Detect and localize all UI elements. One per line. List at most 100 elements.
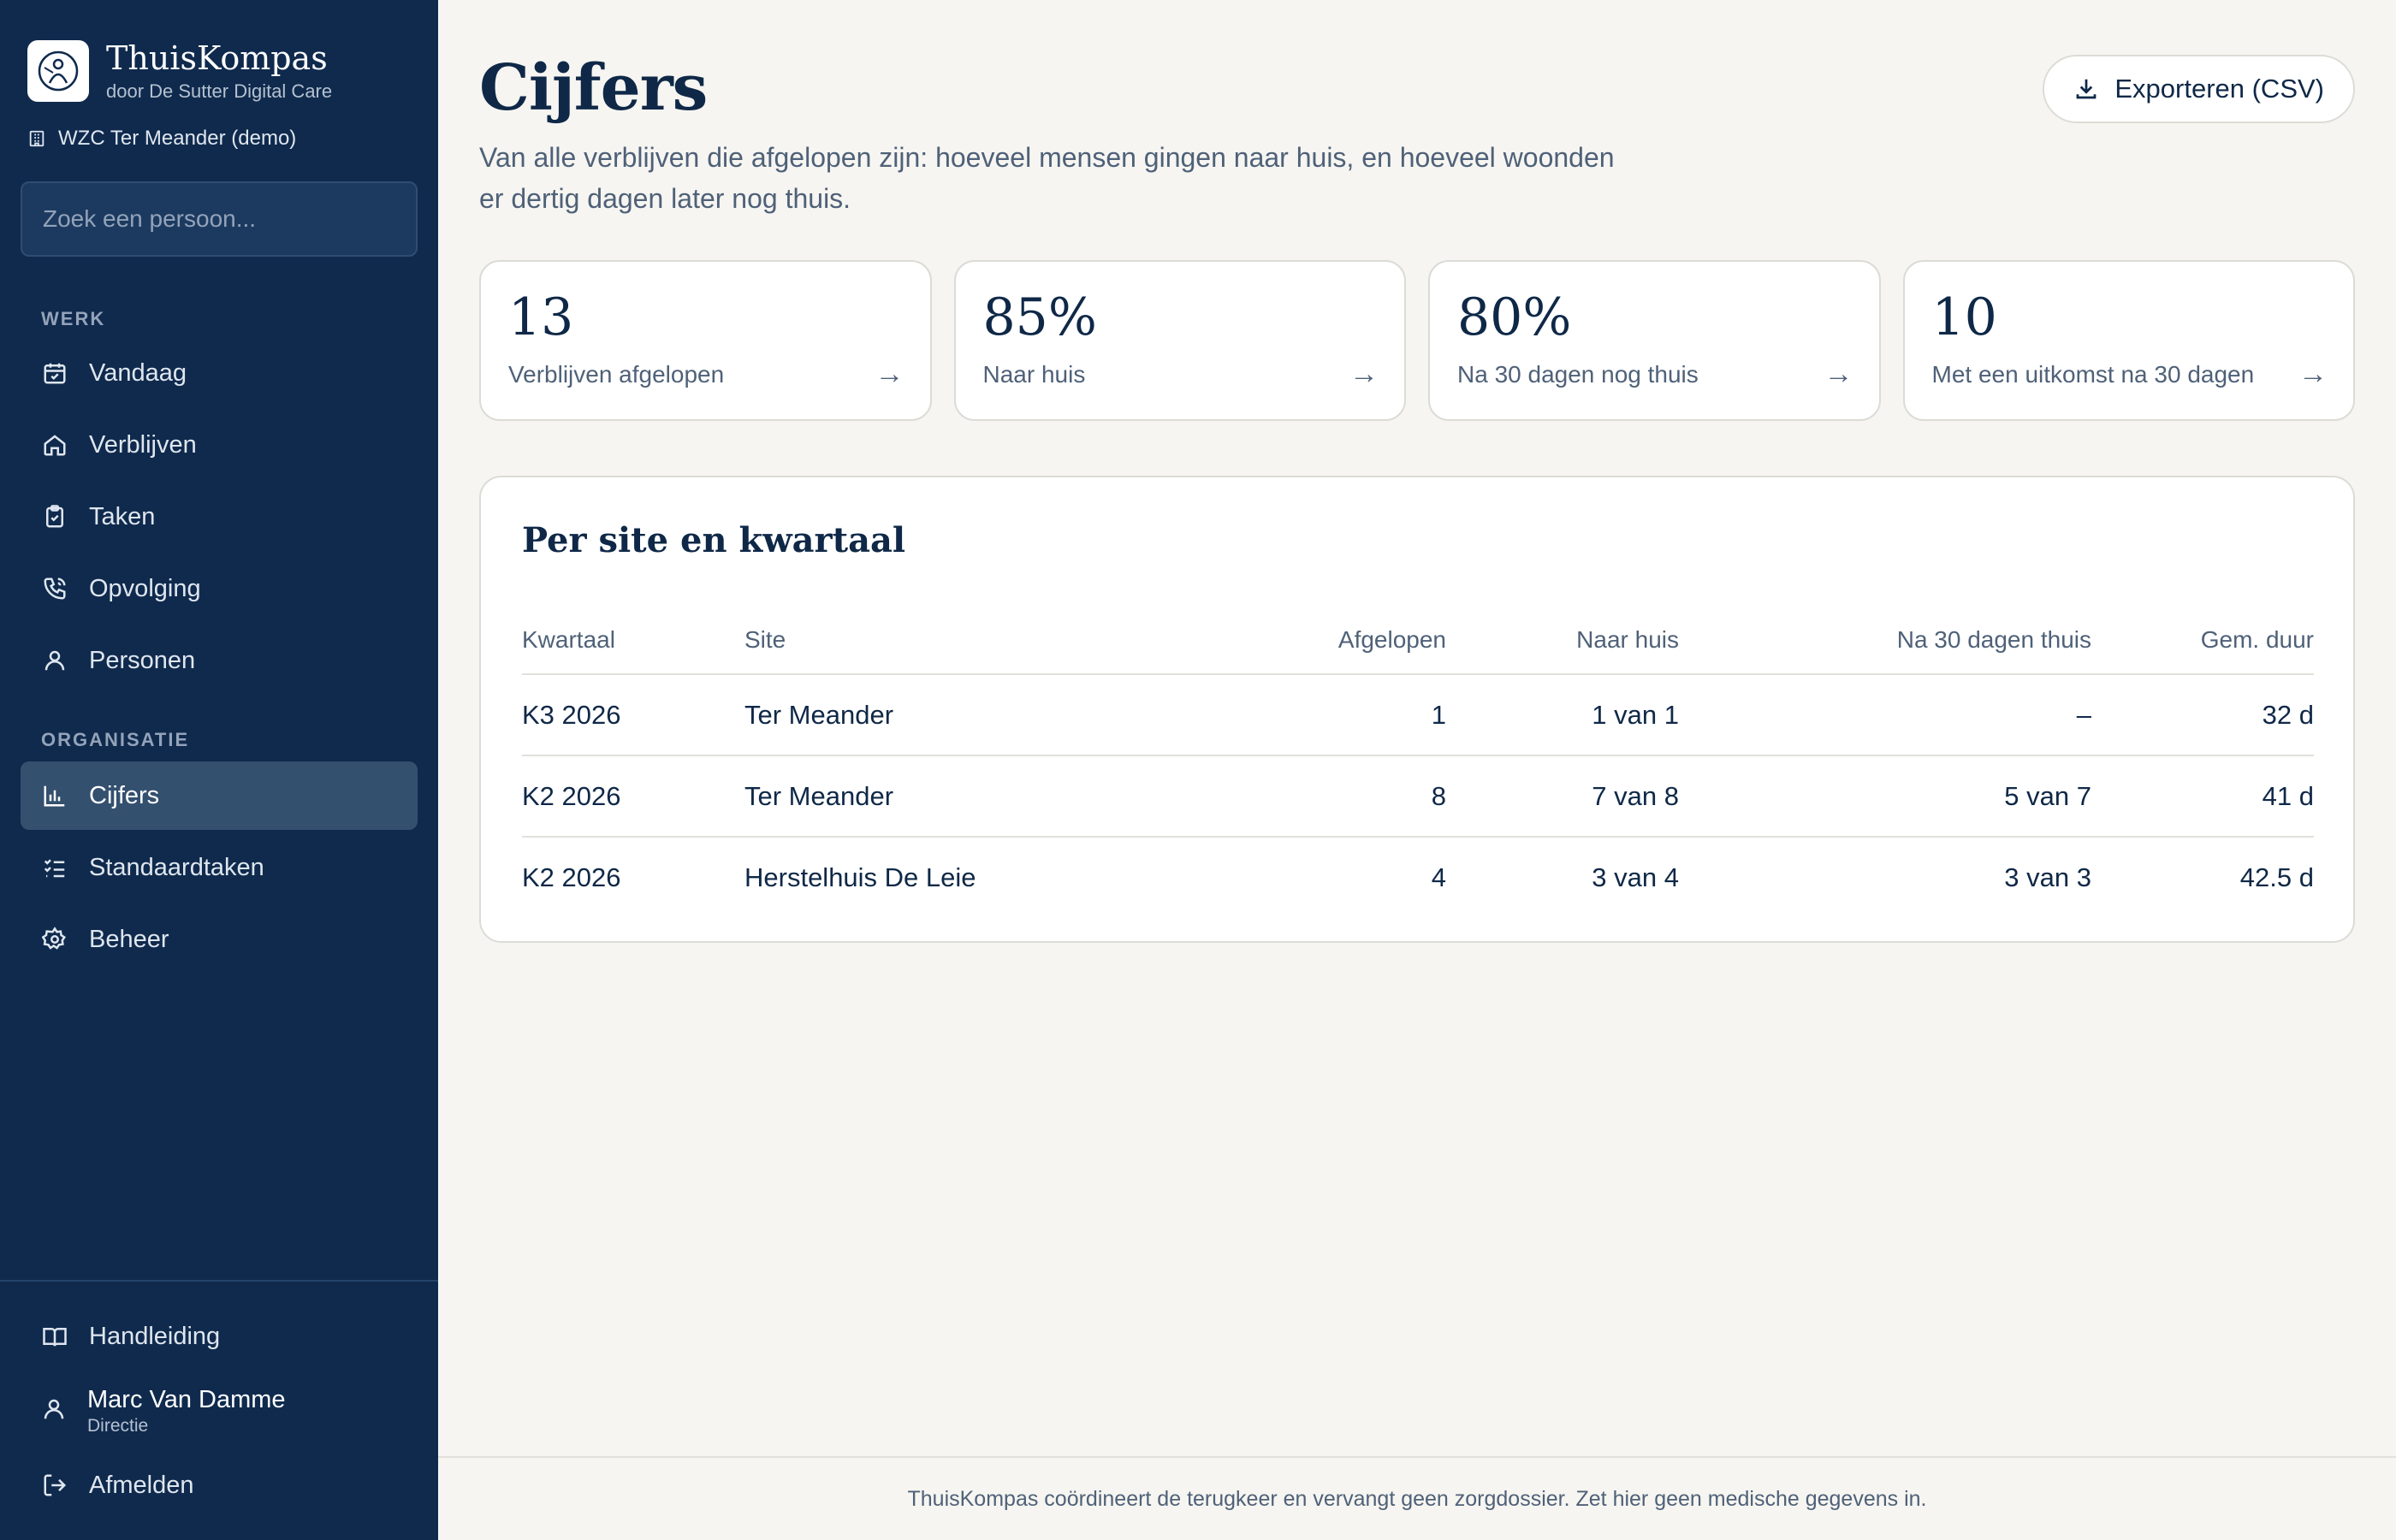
table-cell-naar-huis: 3 van 4: [1592, 862, 1679, 892]
brand[interactable]: ThuisKompas door De Sutter Digital Care: [27, 39, 332, 103]
column-header-na-30-dagen-thuis[interactable]: Na 30 dagen thuis: [1679, 606, 2091, 675]
stat-value: 10: [1931, 287, 1997, 347]
sidebar-item-beheer[interactable]: Beheer: [21, 905, 418, 974]
table-cell-site: Herstelhuis De Leie: [744, 862, 976, 892]
table-cell-naar-huis: 7 van 8: [1446, 755, 1679, 838]
stat-card-naar-huis[interactable]: 85% Naar huis →: [953, 260, 1406, 421]
table-row[interactable]: K3 2026 Ter Meander 1 1 van 1 – 32 d: [522, 674, 2314, 756]
stat-label: Verblijven afgelopen: [508, 361, 725, 388]
sidebar-item-label: Handleiding: [89, 1322, 221, 1350]
organization-name: WZC Ter Meander (demo): [58, 127, 297, 150]
user-icon: [41, 1396, 67, 1426]
sidebar-item-cijfers[interactable]: Cijfers: [21, 761, 418, 830]
table-cell-kwartaal: K2 2026: [522, 862, 621, 892]
export-csv-button[interactable]: Exporteren (CSV): [2043, 55, 2355, 123]
page-title: Cijfers: [479, 51, 708, 125]
column-header-kwartaal[interactable]: Kwartaal: [522, 606, 744, 675]
logout-icon: [41, 1472, 68, 1499]
site-quarter-table: Kwartaal Site Afgelopen Naar huis Na 30 …: [522, 606, 2314, 918]
phone-icon: [41, 575, 68, 602]
table-cell-gem-duur: 41 d: [2091, 755, 2314, 838]
checklist-icon: [41, 854, 68, 881]
table-cell-afgelopen: 1: [1224, 674, 1446, 756]
page-description: Van alle verblijven die afgelopen zijn: …: [479, 142, 1615, 214]
stat-card-na-30-dagen-thuis[interactable]: 80% Na 30 dagen nog thuis →: [1428, 260, 1881, 421]
sidebar-item-handleiding[interactable]: Handleiding: [21, 1302, 418, 1371]
arrow-right-icon: →: [1349, 358, 1379, 390]
sidebar-item-label: Verblijven: [89, 430, 197, 459]
section-label-organisatie: ORGANISATIE: [41, 729, 190, 750]
sidebar-item-label: Taken: [89, 502, 156, 530]
gear-icon: [41, 926, 68, 953]
sidebar-item-opvolging[interactable]: Opvolging: [21, 554, 418, 623]
building-icon: [29, 130, 44, 147]
brand-subtitle: door De Sutter Digital Care: [106, 80, 333, 102]
sidebar-item-label: Vandaag: [89, 358, 187, 387]
stat-value: 13: [508, 287, 574, 347]
organization-label: WZC Ter Meander (demo): [27, 127, 296, 151]
column-header-naar-huis[interactable]: Naar huis: [1446, 606, 1679, 675]
book-icon: [41, 1323, 68, 1350]
sidebar: ThuisKompas door De Sutter Digital Care …: [0, 0, 438, 1540]
stat-label: Met een uitkomst na 30 dagen: [1931, 361, 2255, 388]
table-cell-kwartaal: K2 2026: [522, 755, 744, 838]
clipboard-icon: [41, 503, 68, 530]
table-title: Per site en kwartaal: [522, 520, 906, 560]
main-content: Cijfers Van alle verblijven die afgelope…: [438, 0, 2396, 1540]
site-quarter-table-card: Per site en kwartaal Kwartaal Site Afgel…: [479, 476, 2355, 943]
table-cell-site: Ter Meander: [744, 674, 1224, 756]
stat-card-verblijven-afgelopen[interactable]: 13 Verblijven afgelopen →: [479, 260, 932, 421]
logout-button[interactable]: Afmelden: [21, 1451, 418, 1519]
stat-label: Na 30 dagen nog thuis: [1457, 361, 1699, 388]
sidebar-item-personen[interactable]: Personen: [21, 626, 418, 695]
bar-chart-icon: [41, 782, 68, 809]
logout-label: Afmelden: [89, 1471, 194, 1499]
arrow-right-icon: →: [1824, 358, 1853, 390]
table-cell-gem-duur: 32 d: [2091, 674, 2314, 756]
column-header-gem-duur[interactable]: Gem. duur: [2091, 606, 2314, 675]
sidebar-item-label: Standaardtaken: [89, 853, 264, 881]
column-header-site[interactable]: Site: [744, 606, 1224, 675]
arrow-right-icon: →: [2298, 358, 2328, 390]
sidebar-item-verblijven[interactable]: Verblijven: [21, 411, 418, 479]
sidebar-item-label: Opvolging: [89, 574, 201, 602]
table-cell-afgelopen: 4: [1431, 862, 1446, 892]
table-cell-na-30-dagen: –: [1679, 674, 2091, 756]
sidebar-item-label: Cijfers: [89, 781, 160, 809]
logo-icon: [27, 40, 89, 102]
calendar-check-icon: [41, 359, 68, 387]
table-cell-afgelopen: 8: [1224, 755, 1446, 838]
table-row[interactable]: K2 2026 Ter Meander 8 7 van 8 5 van 7 41…: [522, 755, 2314, 838]
table-cell-naar-huis: 1 van 1: [1446, 674, 1679, 756]
table-cell-site: Ter Meander: [744, 755, 1224, 838]
table-cell-kwartaal: K3 2026: [522, 674, 744, 756]
user-profile[interactable]: Marc Van Damme Directie: [41, 1386, 286, 1436]
table-cell-na-30-dagen: 3 van 3: [2004, 862, 2091, 892]
stats-row: 13 Verblijven afgelopen → 85% Naar huis …: [479, 260, 2355, 421]
home-icon: [41, 431, 68, 459]
table-header-row: Kwartaal Site Afgelopen Naar huis Na 30 …: [522, 606, 2314, 675]
stat-value: 85%: [982, 287, 1097, 347]
column-header-afgelopen[interactable]: Afgelopen: [1224, 606, 1446, 675]
stat-card-uitkomst-30-dagen[interactable]: 10 Met een uitkomst na 30 dagen →: [1902, 260, 2355, 421]
download-icon: [2076, 79, 2096, 99]
user-name: Marc Van Damme: [87, 1386, 286, 1413]
stat-value: 80%: [1457, 287, 1572, 347]
sidebar-item-standaardtaken[interactable]: Standaardtaken: [21, 833, 418, 902]
stat-label: Naar huis: [982, 361, 1086, 388]
sidebar-item-label: Personen: [89, 646, 196, 674]
footer-disclaimer: ThuisKompas coördineert de terugkeer en …: [438, 1456, 2396, 1540]
arrow-right-icon: →: [875, 358, 904, 390]
sidebar-item-taken[interactable]: Taken: [21, 483, 418, 551]
sidebar-divider: [0, 1280, 438, 1282]
brand-name: ThuisKompas: [106, 39, 328, 77]
sidebar-item-vandaag[interactable]: Vandaag: [21, 339, 418, 407]
section-label-werk: WERK: [41, 308, 106, 329]
table-row[interactable]: K2 2026 Herstelhuis De Leie 4 3 van 4 3 …: [522, 837, 2314, 918]
user-role: Directie: [87, 1416, 149, 1436]
user-icon: [41, 647, 68, 674]
sidebar-item-label: Beheer: [89, 925, 169, 953]
search-input[interactable]: [21, 181, 418, 257]
export-csv-label: Exporteren (CSV): [2114, 74, 2324, 104]
table-cell-gem-duur: 42.5 d: [2239, 862, 2314, 892]
